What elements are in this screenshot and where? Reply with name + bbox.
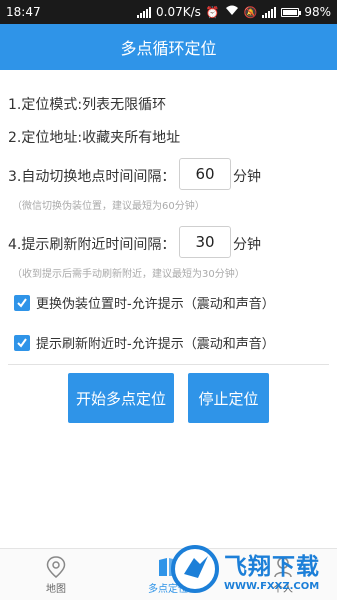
watermark-logo-icon (171, 545, 219, 593)
status-bar: 18:47 0.07K/s ⏰ 🔕 98% (0, 0, 337, 24)
battery-icon (281, 7, 302, 17)
site-watermark: 飞翔下载 WWW.FXXZ.COM (170, 540, 335, 598)
signal-icon-2 (262, 6, 277, 18)
alarm-icon: ⏰ (205, 5, 220, 19)
watermark-url: WWW.FXXZ.COM (224, 580, 320, 592)
start-multi-location-button[interactable]: 开始多点定位 (68, 373, 174, 423)
switch-interval-label: 3.自动切换地点时间间隔： (8, 169, 176, 185)
refresh-interval-unit: 分钟 (233, 237, 261, 253)
switch-interval-input[interactable]: 60 (179, 158, 231, 190)
map-pin-icon (46, 555, 66, 578)
status-icons: 0.07K/s ⏰ 🔕 98% (137, 5, 331, 19)
checkbox-checked-icon[interactable] (14, 334, 30, 351)
stop-location-button[interactable]: 停止定位 (188, 373, 269, 423)
address-line: 2.定位地址:收藏夹所有地址 (8, 130, 181, 146)
signal-icon (137, 6, 152, 18)
refresh-interval-hint: （收到提示后需手动刷新附近，建议最短为30分钟） (12, 269, 245, 280)
net-speed: 0.07K/s (156, 5, 201, 19)
nav-item-map-label: 地图 (46, 583, 66, 595)
divider (8, 364, 329, 365)
refresh-nearby-alert-label: 提示刷新附近时-允许提示（震动和声音） (36, 337, 275, 352)
switch-interval-unit: 分钟 (233, 169, 261, 185)
page-title: 多点循环定位 (120, 39, 217, 58)
change-location-alert-option[interactable]: 更换伪装位置时-允许提示（震动和声音） (14, 293, 275, 312)
nav-item-map[interactable]: 地图 (28, 549, 84, 600)
refresh-interval-input[interactable]: 30 (179, 226, 231, 258)
wifi-icon (225, 5, 239, 19)
mode-line: 1.定位模式:列表无限循环 (8, 97, 167, 113)
change-location-alert-label: 更换伪装位置时-允许提示（震动和声音） (36, 297, 275, 312)
battery-percent: 98% (304, 5, 331, 19)
mute-icon: 🔕 (243, 5, 258, 19)
switch-interval-hint: （微信切换伪装位置，建议最短为60分钟） (12, 201, 205, 212)
checkbox-checked-icon[interactable] (14, 294, 30, 311)
refresh-interval-label: 4.提示刷新附近时间间隔： (8, 237, 176, 253)
app-header: 多点循环定位 (0, 24, 337, 70)
status-time: 18:47 (6, 5, 41, 19)
watermark-title: 飞翔下载 (224, 553, 320, 580)
refresh-nearby-alert-option[interactable]: 提示刷新附近时-允许提示（震动和声音） (14, 333, 275, 352)
